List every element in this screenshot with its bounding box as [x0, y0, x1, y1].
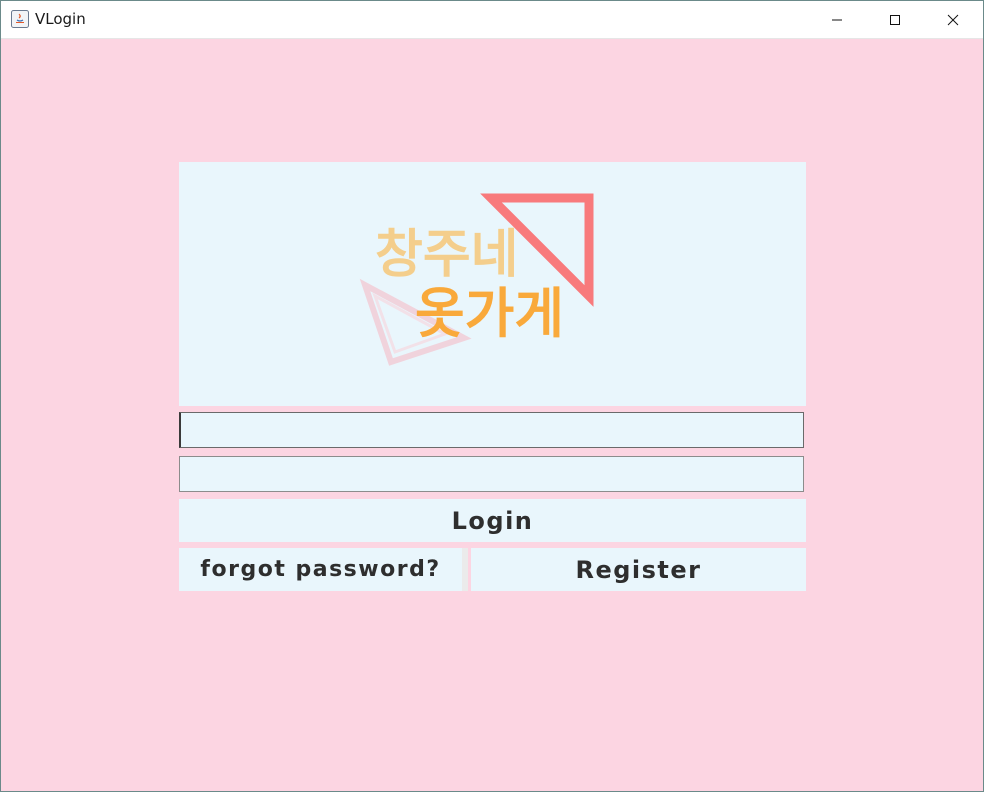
login-button-label: Login: [451, 506, 534, 535]
forgot-password-label: forgot password?: [200, 557, 441, 582]
password-input[interactable]: [179, 456, 804, 492]
maximize-button[interactable]: [866, 1, 924, 38]
title-bar[interactable]: VLogin: [1, 1, 983, 39]
login-button[interactable]: Login: [179, 499, 806, 542]
java-app-icon: [11, 10, 29, 28]
logo-text-line1: 창주네: [375, 225, 519, 285]
window-title: VLogin: [35, 10, 86, 28]
logo-panel: 창주네 옷가게: [179, 162, 806, 406]
logo-text-line2: 옷가게: [415, 282, 564, 345]
forgot-password-button[interactable]: forgot password?: [179, 548, 468, 591]
minimize-button[interactable]: [808, 1, 866, 38]
minimize-icon: [832, 19, 842, 20]
login-window: VLogin 창주네 옷가게 Login forgot password? Re…: [0, 0, 984, 792]
maximize-icon: [890, 14, 900, 25]
close-button[interactable]: [924, 1, 982, 38]
username-input[interactable]: [179, 412, 804, 448]
register-button[interactable]: Register: [471, 548, 806, 591]
register-button-label: Register: [575, 555, 702, 584]
shop-logo: 창주네 옷가게: [359, 193, 594, 366]
close-icon: [947, 14, 959, 25]
